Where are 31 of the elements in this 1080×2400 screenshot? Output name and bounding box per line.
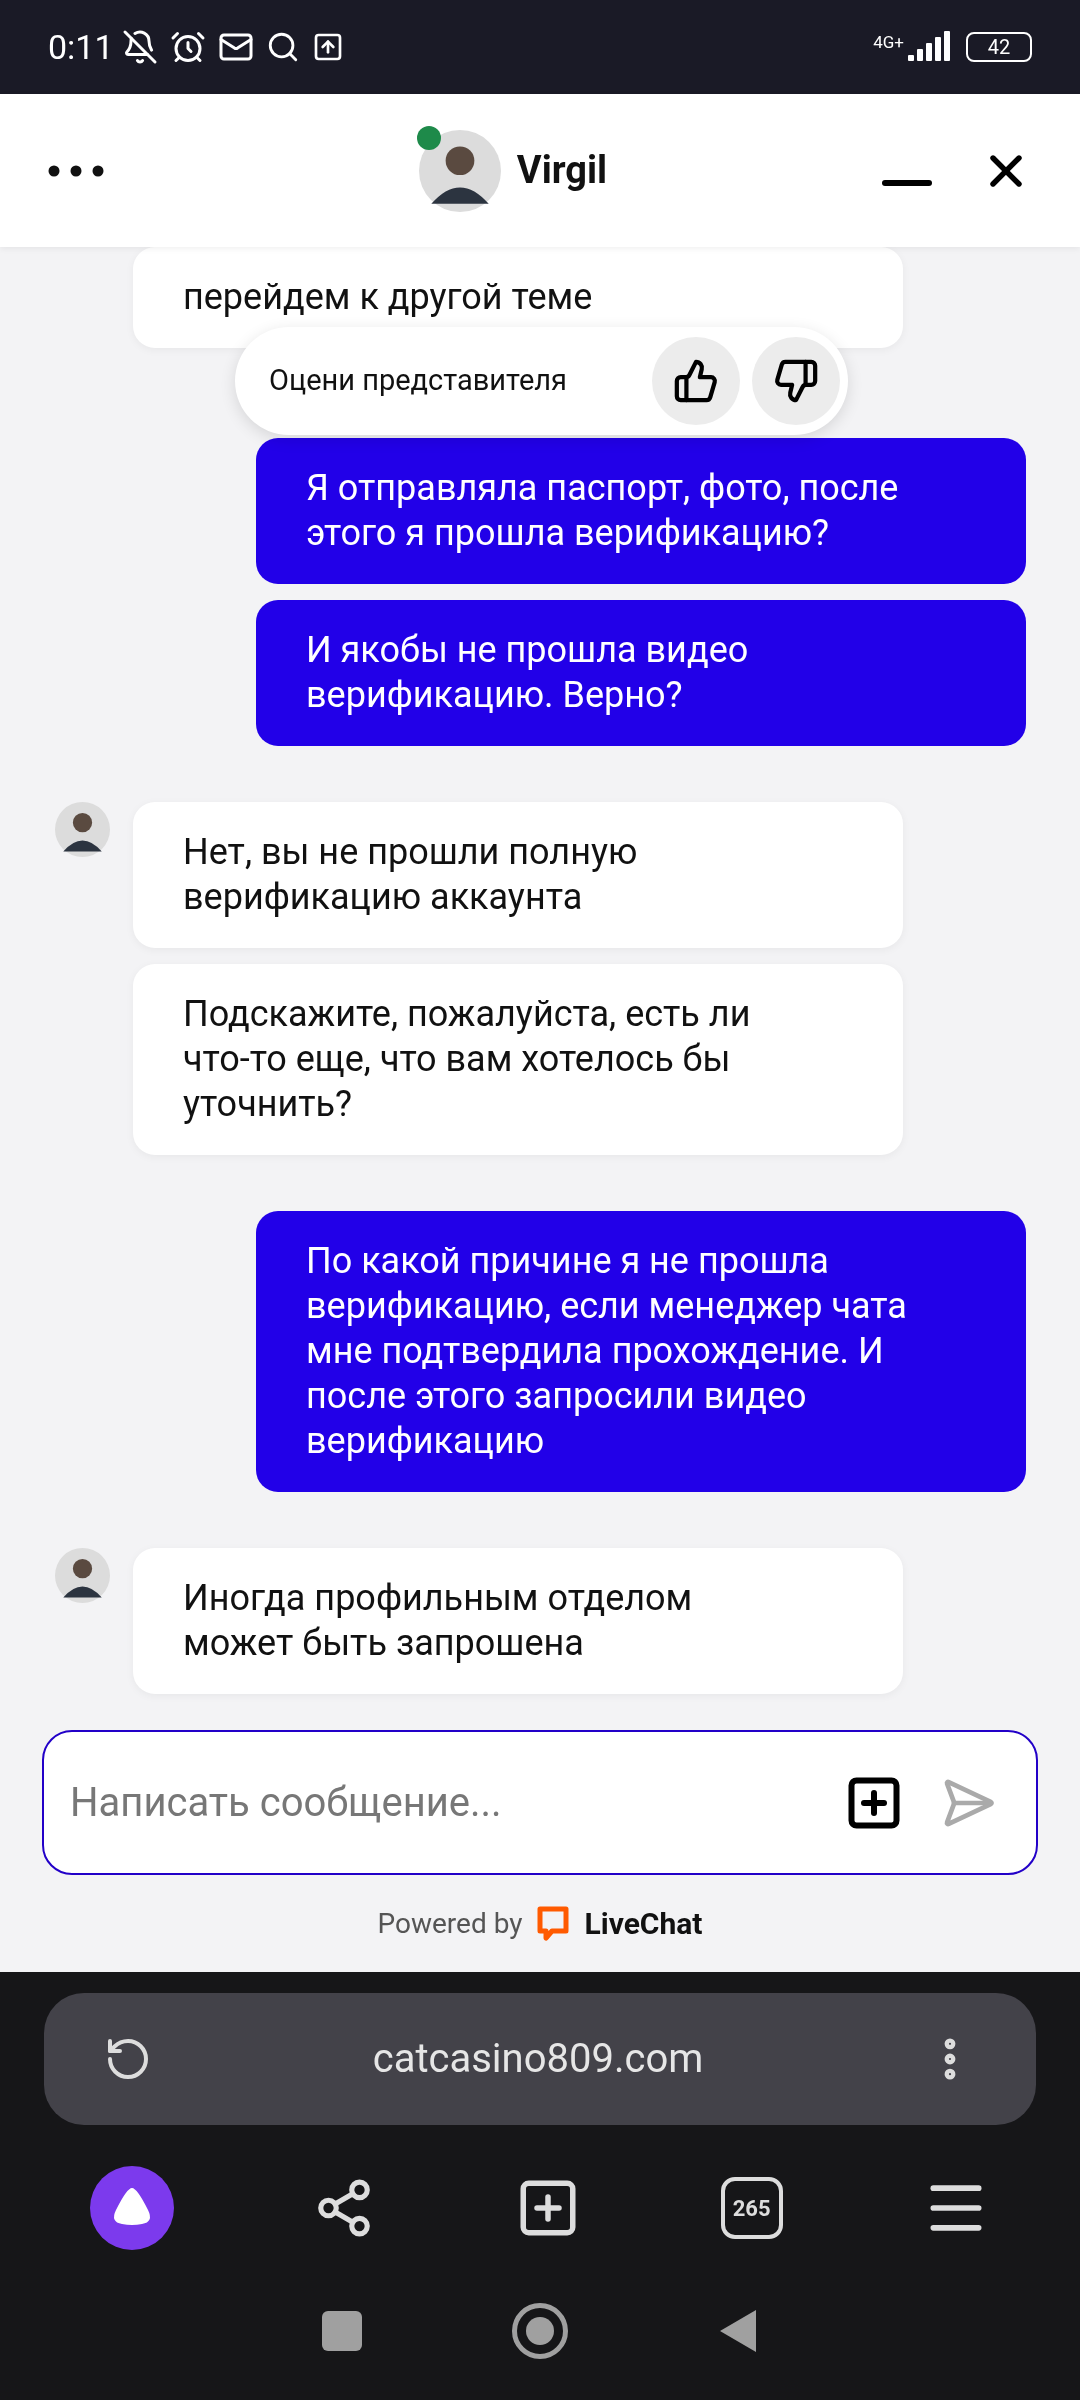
assistant-icon[interactable] (89, 2166, 174, 2250)
agent-message: Нет, вы не прошли полную верификацию аккаунта (133, 802, 903, 948)
home-button[interactable] (512, 2302, 568, 2359)
thumbs-up-icon (673, 358, 719, 404)
message-field[interactable]: Написать сообщение... (70, 1772, 844, 1833)
chat-bubble-icon (536, 1905, 571, 1942)
more-icon (48, 164, 104, 177)
recents-button[interactable] (322, 2310, 362, 2351)
minimize-button[interactable] (882, 179, 932, 186)
agent-name: Virgil (516, 147, 608, 194)
user-message: Я отправляла паспорт, фото, после этого я прошла верификацию? (256, 438, 1026, 584)
back-icon[interactable] (718, 2307, 758, 2354)
powered-by-text: Powered by (377, 1905, 523, 1942)
alarm-icon (169, 29, 206, 65)
message-input[interactable]: Написать сообщение... (42, 1730, 1038, 1875)
user-message: И якобы не прошла видео верификацию. Верно? (256, 600, 1026, 746)
agent-message: Иногда профильным отделом может быть запрошена (133, 1548, 903, 1694)
rating-label: Оцени представителя (269, 362, 568, 400)
user-message: По какой причине я не прошла верификацию, если менеджер чата мне подтвердила прохождение. И после этого запросили видео верификацию (256, 1211, 1026, 1492)
network-type: 4G+ (873, 31, 904, 54)
url-text: catcasino809.com (371, 2034, 705, 2084)
more-options-button[interactable] (48, 164, 104, 177)
battery-icon: 42 (966, 32, 1032, 62)
status-time: 0:11 (48, 25, 114, 69)
thumbs-down-icon (773, 358, 819, 404)
address-bar[interactable]: catcasino809.com (44, 1993, 1036, 2125)
agent-message: Подскажите, пожалуйста, есть ли что-то еще, что вам хотелось бы уточнить? (133, 964, 903, 1155)
livechat-brand[interactable]: LiveChat (584, 1901, 703, 1946)
bell-off-icon (121, 29, 158, 65)
tabs-button[interactable]: 265 (720, 2177, 783, 2239)
thumbs-down-button[interactable] (752, 337, 840, 425)
